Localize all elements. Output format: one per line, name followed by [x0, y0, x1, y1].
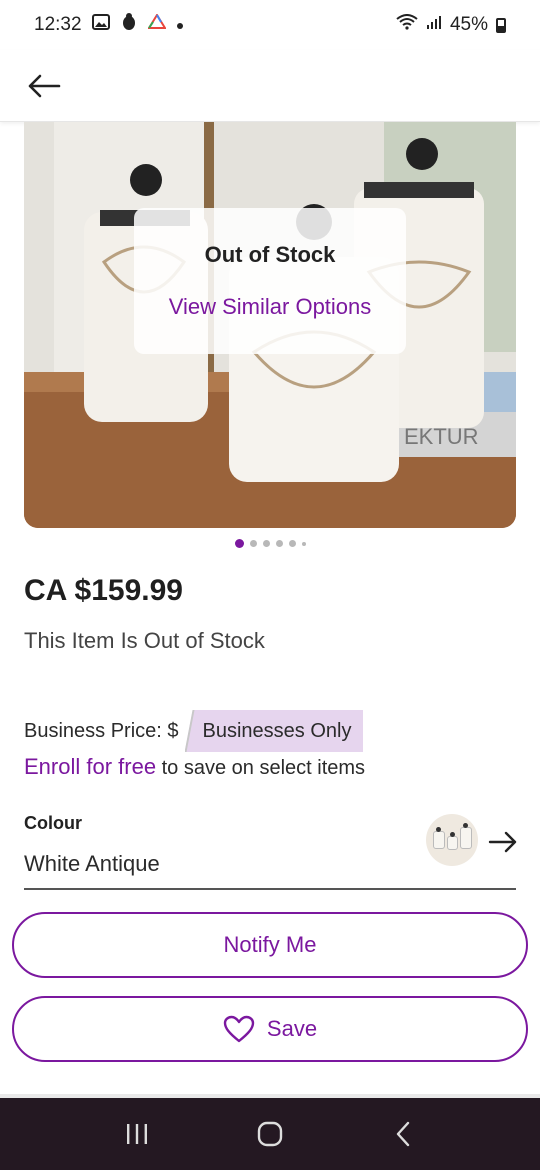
overlay-title: Out of Stock	[204, 242, 336, 267]
system-nav-bar	[0, 1098, 540, 1170]
product-image[interactable]: EKTUR Out of Stock View Similar Options	[24, 122, 516, 528]
home-button[interactable]	[240, 1109, 300, 1159]
back-icon	[397, 1121, 410, 1147]
nav-back-button[interactable]	[373, 1109, 433, 1159]
enroll-text: to save on select items	[156, 757, 366, 779]
notify-me-button[interactable]: Notify Me	[12, 912, 528, 978]
stock-message: This Item Is Out of Stock	[24, 628, 265, 653]
heart-icon	[223, 1015, 255, 1043]
carousel-dot[interactable]	[262, 540, 270, 547]
arrow-left-icon	[28, 74, 61, 97]
business-price-row: Business Price: $ Businesses Only	[24, 710, 364, 752]
save-button[interactable]: Save	[12, 996, 528, 1062]
status-bar: 12:32 45%	[0, 0, 540, 50]
carousel-dot[interactable]	[249, 540, 257, 547]
save-label: Save	[266, 1016, 318, 1041]
swatch-jar	[446, 832, 458, 850]
carousel-dot[interactable]	[288, 540, 296, 547]
product-price: CA $159.99	[24, 574, 183, 607]
swatch-jar	[432, 827, 445, 849]
colour-value[interactable]: White Antique	[24, 851, 160, 877]
carousel-dots	[0, 539, 540, 548]
view-similar-link[interactable]: View Similar Options	[169, 294, 372, 320]
enroll-link[interactable]: Enroll for free	[24, 754, 156, 779]
status-right: 45%	[396, 14, 506, 36]
swatch-jar	[459, 823, 472, 849]
colour-swatch[interactable]	[426, 814, 478, 866]
bug-icon	[120, 13, 138, 37]
recent-apps-button[interactable]	[107, 1109, 167, 1159]
recent-apps-icon	[126, 1124, 147, 1144]
status-time: 12:32	[34, 14, 82, 35]
carousel-dot[interactable]	[234, 539, 244, 548]
dot-icon	[176, 14, 184, 36]
arrow-right-icon	[488, 831, 517, 853]
colour-next-button[interactable]	[486, 828, 520, 856]
enroll-row: Enroll for free to save on select items	[24, 754, 365, 780]
drive-icon	[146, 13, 167, 36]
colour-label: Colour	[24, 813, 82, 833]
businesses-only-badge: Businesses Only	[184, 710, 364, 752]
colour-underline	[24, 888, 516, 890]
back-button[interactable]	[24, 66, 64, 106]
status-left: 12:32	[34, 13, 184, 37]
out-of-stock-overlay: Out of Stock View Similar Options	[134, 208, 406, 354]
app-bar	[0, 50, 540, 122]
carousel-dot[interactable]	[275, 540, 283, 547]
carousel-dot[interactable]	[301, 541, 306, 546]
battery-icon	[496, 17, 506, 33]
battery-percent: 45%	[449, 14, 488, 35]
notify-me-label: Notify Me	[223, 932, 317, 957]
wifi-icon	[396, 14, 418, 36]
business-price-label: Business Price: $	[24, 719, 179, 742]
image-icon	[91, 14, 110, 36]
home-icon	[257, 1121, 283, 1147]
signal-icon	[426, 14, 442, 36]
